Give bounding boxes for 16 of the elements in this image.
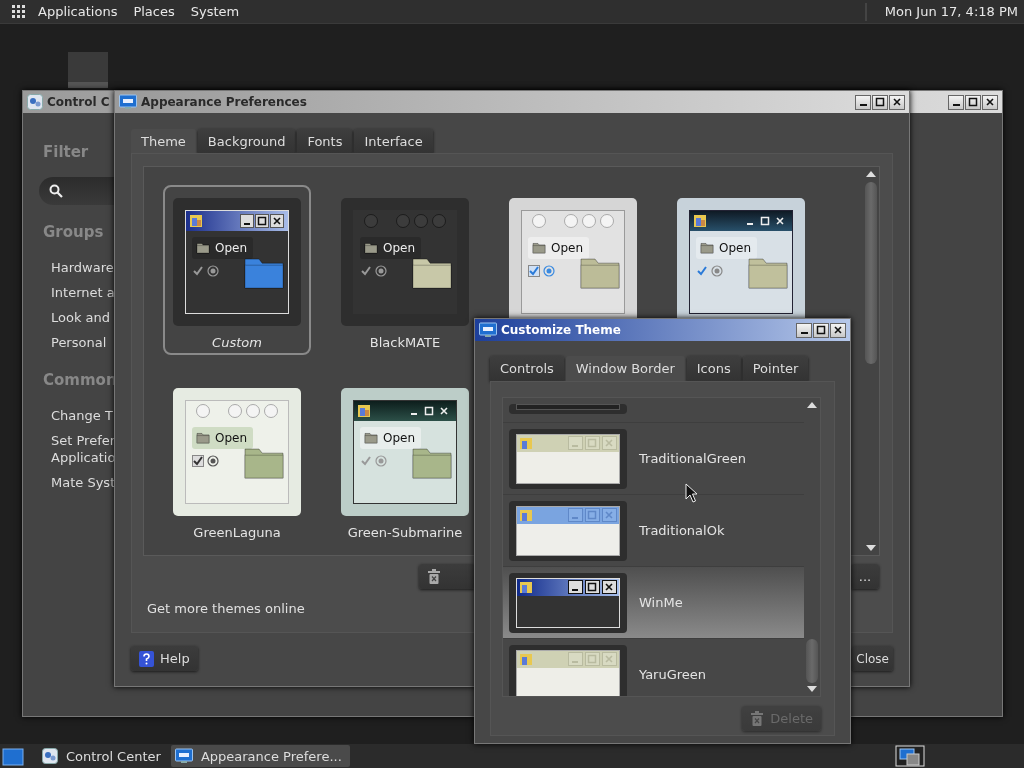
theme-name: BlackMATE [369, 334, 441, 351]
sample-button: Open [696, 237, 758, 259]
window-title: Appearance Preferences [141, 95, 307, 109]
window-title: Control C [47, 95, 110, 109]
sample-button: Open [192, 427, 254, 449]
sample-button: Open [192, 237, 254, 259]
sample-button: Open [360, 237, 422, 259]
section-heading: Filter [43, 143, 90, 163]
theme-name: Custom [212, 334, 262, 351]
window-title: Customize Theme [501, 323, 621, 337]
sample-button: Open [360, 427, 422, 449]
sample-button: Open [528, 237, 590, 259]
section-heading: Groups [43, 223, 105, 243]
theme-name: Green-Submarine [347, 524, 463, 541]
section-heading: Common [43, 371, 115, 391]
theme-name: GreenLaguna [193, 524, 281, 541]
